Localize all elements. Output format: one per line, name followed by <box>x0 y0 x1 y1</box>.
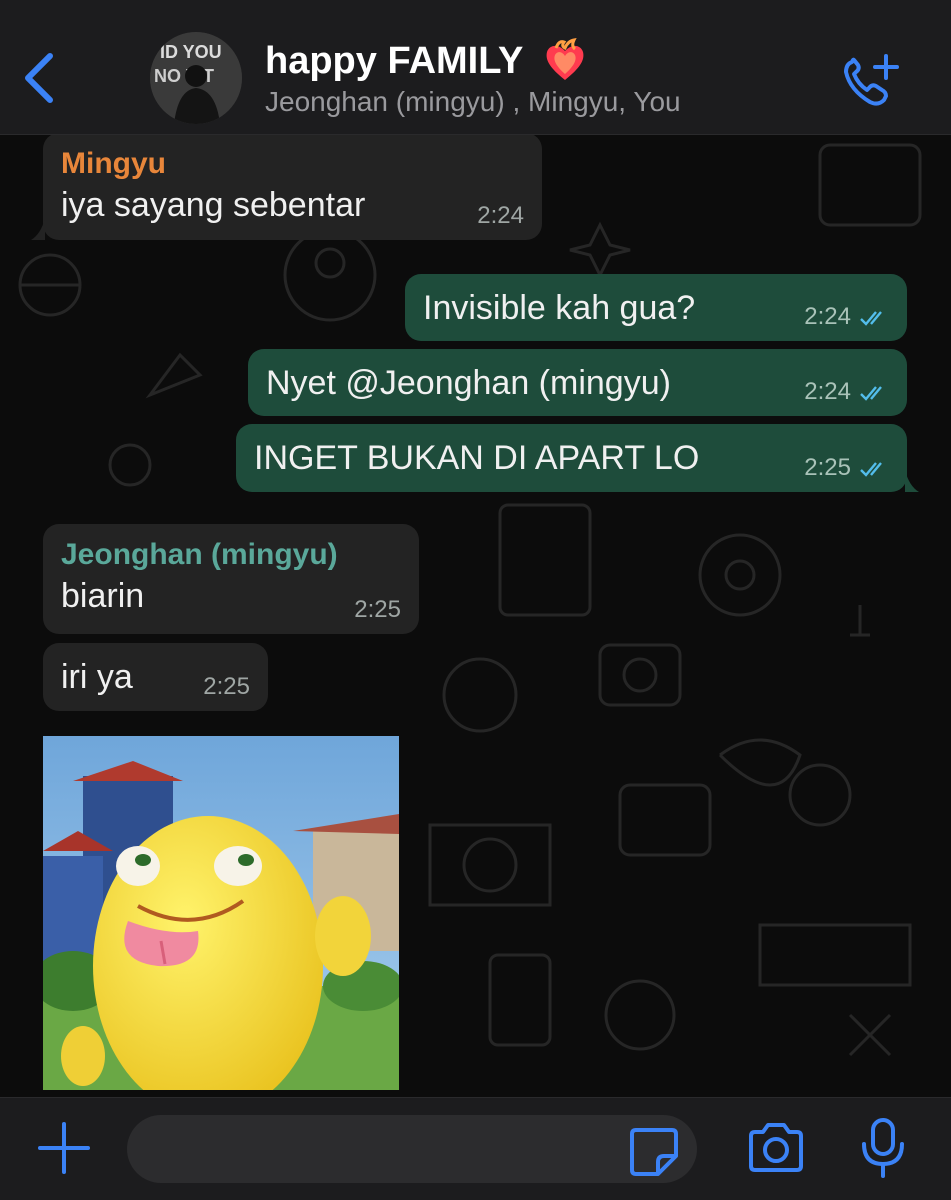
camera-icon <box>749 1123 803 1172</box>
heart-on-fire-icon <box>546 38 584 80</box>
group-avatar[interactable]: ID YOU NO WT <box>150 32 242 124</box>
read-ticks-icon <box>860 385 882 401</box>
message-text: iya sayang sebentar <box>61 186 366 224</box>
message-meta: 2:24 <box>804 378 889 406</box>
message-time: 2:24 <box>804 378 851 405</box>
message-time: 2:24 <box>804 303 851 330</box>
message-meta: 2:25 <box>804 454 889 482</box>
message-time: 2:25 <box>804 454 851 481</box>
bubble-tail <box>905 470 919 492</box>
add-call-icon <box>844 54 899 106</box>
message-text: biarin <box>61 577 145 615</box>
sticker-button[interactable] <box>628 1126 680 1178</box>
chat-header: ID YOU NO WT happy FAMILY Jeonghan (ming… <box>0 0 951 135</box>
chat-participants: Jeonghan (mingyu) , Mingyu, You <box>265 86 681 117</box>
camera-button[interactable] <box>745 1118 807 1178</box>
attach-button[interactable] <box>34 1118 94 1178</box>
message-sender: Jeonghan (mingyu) <box>61 538 338 571</box>
read-ticks-icon <box>860 461 882 477</box>
chevron-left-icon <box>25 53 53 103</box>
message-text: INGET BUKAN DI APART LO <box>254 439 700 477</box>
message-input[interactable] <box>127 1115 697 1183</box>
chat-title-wrap[interactable]: happy FAMILY <box>265 38 588 84</box>
message-bubble-outgoing[interactable]: Nyet @Jeonghan (mingyu) 2:24 <box>248 349 907 416</box>
message-bubble-outgoing[interactable]: Invisible kah gua? 2:24 <box>405 274 907 341</box>
add-call-button[interactable] <box>838 50 908 110</box>
bubble-tail <box>31 218 45 240</box>
message-time: 2:25 <box>203 673 250 700</box>
message-bubble-incoming[interactable]: Jeonghan (mingyu) biarin 2:25 <box>43 524 419 634</box>
read-ticks-icon <box>860 310 882 326</box>
message-bubble-incoming[interactable]: iri ya 2:25 <box>43 643 268 711</box>
message-sender: Mingyu <box>61 147 166 180</box>
avatar-text: ID YOU <box>160 42 222 62</box>
chat-title: happy FAMILY <box>265 39 524 82</box>
yellow-creature-tongue-sticker <box>43 736 399 1090</box>
microphone-icon <box>862 1118 904 1178</box>
message-list[interactable]: Mingyu iya sayang sebentar 2:24 Invisibl… <box>0 135 951 1097</box>
microphone-button[interactable] <box>858 1116 908 1180</box>
sticker-icon <box>630 1128 678 1176</box>
sticker-message[interactable] <box>43 736 399 1090</box>
message-bubble-outgoing[interactable]: INGET BUKAN DI APART LO 2:25 <box>236 424 919 492</box>
plus-icon <box>38 1122 90 1174</box>
composer-bar <box>0 1097 951 1200</box>
message-meta: 2:24 <box>804 303 889 331</box>
avatar-image: ID YOU NO WT <box>150 32 242 124</box>
message-time: 2:24 <box>477 202 524 229</box>
message-time: 2:25 <box>354 596 401 623</box>
back-button[interactable] <box>18 48 68 108</box>
message-bubble-incoming[interactable]: Mingyu iya sayang sebentar 2:24 <box>31 135 542 240</box>
message-text: Nyet @Jeonghan (mingyu) <box>266 364 671 402</box>
